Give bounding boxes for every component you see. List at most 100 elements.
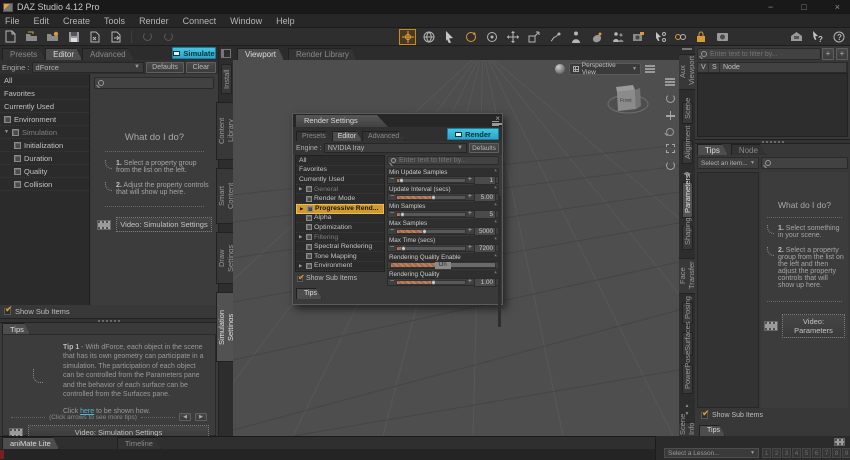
tips-tab[interactable]: Tips [699, 425, 725, 436]
slider-increment[interactable]: + [468, 211, 472, 217]
orbit-tool-icon[interactable] [484, 30, 499, 44]
slider-decrement[interactable]: − [390, 194, 394, 200]
open-recent-icon[interactable] [45, 30, 60, 44]
tab-shaping[interactable]: Shaping [682, 226, 693, 250]
param-value[interactable]: 5.00 [474, 193, 496, 202]
tab-advanced[interactable]: Advanced [82, 48, 134, 60]
view-cube[interactable]: Front [607, 80, 651, 128]
tab-parameters[interactable]: Parameters [682, 182, 693, 218]
dialog-menu-icon[interactable] [492, 121, 499, 126]
tab-aux-viewport[interactable]: Aux Viewport [679, 54, 695, 90]
tab-node[interactable]: Node [731, 144, 766, 155]
show-sub-items-checkbox[interactable]: ✔ [4, 308, 11, 315]
rgroup-alpha[interactable]: Alpha [296, 214, 384, 224]
parameter-search[interactable] [761, 157, 848, 169]
expand-icon[interactable]: ▶ [300, 206, 305, 212]
slider-decrement[interactable]: − [390, 279, 394, 285]
slider-increment[interactable]: + [468, 228, 472, 234]
dialog-defaults-button[interactable]: Defaults [469, 143, 499, 153]
tab-alignment[interactable]: Alignment [682, 140, 693, 164]
property-search[interactable] [94, 77, 214, 89]
lock-icon[interactable] [694, 30, 709, 44]
gear-icon[interactable]: * [494, 169, 497, 176]
tab-render-library[interactable]: Render Library [288, 48, 357, 60]
restore-button[interactable]: □ [801, 2, 806, 12]
gear-icon[interactable]: * [494, 271, 497, 278]
tab-scene[interactable]: Scene [682, 102, 693, 124]
rgroup-tone-mapping[interactable]: Tone Mapping [296, 252, 384, 262]
parameter-group-list[interactable] [697, 172, 759, 408]
dialog-tab-editor[interactable]: Editor [332, 131, 362, 141]
scene-filter-input[interactable] [710, 51, 817, 58]
group-duration[interactable]: Duration [0, 152, 89, 165]
group-favorites[interactable]: Favorites [0, 87, 89, 100]
property-search-input[interactable] [107, 80, 210, 87]
gear-icon[interactable]: * [494, 237, 497, 244]
dform-tool-icon[interactable] [589, 30, 604, 44]
col-visibility[interactable]: V [698, 63, 709, 72]
active-pose-tool-icon[interactable] [547, 30, 562, 44]
param-value[interactable]: 1.00 [474, 278, 496, 287]
slider-decrement[interactable]: − [390, 245, 394, 251]
param-slider[interactable]: − + 5.00 [387, 193, 499, 201]
expand-icon[interactable]: ▶ [299, 234, 304, 240]
rgroup-progressive-rendering[interactable]: ▶Progressive Rend... [296, 204, 384, 214]
engine-select[interactable]: dForce ▼ [32, 62, 144, 73]
lesson-9-button[interactable]: 9 [842, 448, 850, 458]
dialog-search[interactable] [387, 156, 499, 165]
minimize-button[interactable]: − [768, 2, 773, 12]
toggle-state[interactable]: On [435, 262, 451, 269]
menu-connect[interactable]: Connect [183, 16, 217, 26]
scene-navigator-tool-icon[interactable] [421, 30, 436, 44]
viewport-menu-icon[interactable] [645, 65, 655, 73]
expand-icon[interactable]: ▶ [299, 186, 304, 192]
whats-this-icon[interactable]: ? [810, 30, 825, 44]
pan-icon[interactable] [666, 111, 675, 120]
rgroup-render-mode[interactable]: Render Mode [296, 194, 384, 204]
tab-viewport[interactable]: Viewport [237, 48, 284, 60]
tab-powerpose[interactable]: PowerPose [682, 364, 693, 394]
parameter-search-input[interactable] [774, 160, 844, 167]
slider-increment[interactable]: + [468, 194, 472, 200]
node-connect-tool-icon[interactable] [652, 30, 667, 44]
character-tool-icon[interactable] [610, 30, 625, 44]
param-slider[interactable]: − + 1 [387, 176, 499, 184]
rgroup-optimization[interactable]: Optimization [296, 223, 384, 233]
video-parameters-button[interactable]: Video: Parameters [782, 314, 845, 338]
menu-help[interactable]: Help [276, 16, 295, 26]
render-button[interactable]: Render [447, 128, 499, 140]
gear-icon[interactable]: * [494, 203, 497, 210]
add-item-button[interactable]: + [822, 48, 834, 60]
lesson-5-button[interactable]: 5 [802, 448, 811, 458]
spot-render-tool-icon[interactable] [631, 30, 646, 44]
simulate-button[interactable]: Simulate [172, 47, 216, 59]
gear-icon[interactable]: * [494, 186, 497, 193]
param-toggle[interactable]: On [387, 261, 499, 269]
link-tool-icon[interactable] [673, 30, 688, 44]
zoom-icon[interactable] [666, 128, 674, 136]
scene-filter[interactable] [697, 48, 821, 60]
scene-tree[interactable] [697, 73, 848, 137]
pane-dock-icon[interactable] [221, 49, 231, 58]
group-currently-used[interactable]: Currently Used [0, 100, 89, 113]
tab-install[interactable]: Install [221, 64, 232, 94]
param-slider[interactable]: − + 5000 [387, 227, 499, 235]
open-file-icon[interactable] [24, 30, 39, 44]
menu-tools[interactable]: Tools [104, 16, 125, 26]
viewport-3d-view[interactable]: Perspective View ▼ Front [233, 60, 679, 436]
next-tip-button[interactable]: ▶ [195, 413, 207, 421]
frame-icon[interactable] [666, 144, 675, 153]
group-all[interactable]: All [0, 74, 89, 87]
dialog-tips-tab[interactable]: Tips [296, 288, 322, 299]
tab-timeline[interactable]: Timeline [117, 437, 161, 449]
slider-increment[interactable]: + [468, 177, 472, 183]
dialog-scrollbar[interactable] [498, 196, 501, 327]
tips-tab[interactable]: Tips [2, 323, 30, 334]
slider-decrement[interactable]: − [390, 228, 394, 234]
param-value[interactable]: 5 [474, 210, 496, 219]
menu-render[interactable]: Render [139, 16, 169, 26]
item-selector[interactable]: Select an item... ▼ [697, 157, 759, 169]
translate-tool-icon[interactable] [505, 30, 520, 44]
dialog-search-input[interactable] [399, 157, 495, 164]
node-selection-tool-icon[interactable] [400, 30, 415, 44]
